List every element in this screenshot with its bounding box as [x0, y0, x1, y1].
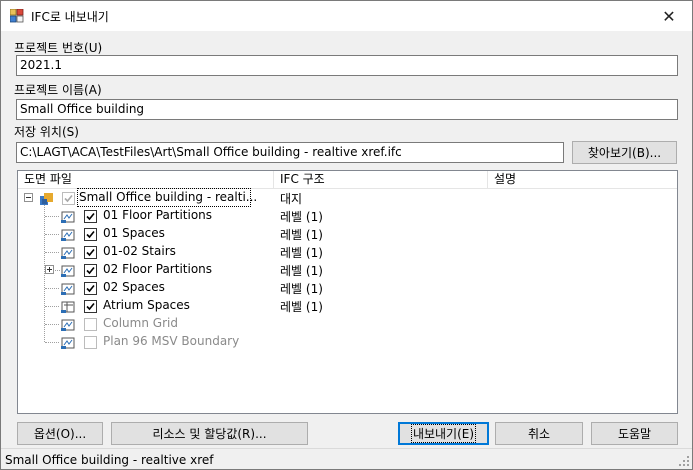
tree-connector — [55, 270, 60, 271]
row-name: Atrium Spaces — [103, 298, 190, 312]
drawing-file-icon — [61, 301, 75, 313]
tree-row[interactable]: Column Grid — [18, 315, 677, 333]
tree-row[interactable]: 01-02 Stairs 레벨 (1) — [18, 243, 677, 261]
drawing-file-icon — [61, 247, 75, 259]
project-icon — [40, 193, 53, 205]
drawing-file-icon — [61, 211, 75, 223]
column-header-description[interactable]: 설명 — [488, 171, 677, 189]
grid-header: 도면 파일 IFC 구조 설명 — [18, 171, 677, 189]
collapse-toggle[interactable] — [24, 193, 33, 202]
tree-root-row[interactable]: Small Office building - realti... 대지 — [18, 188, 677, 207]
status-text: Small Office building - realtive xref — [5, 453, 214, 467]
row-ifc: 레벨 (1) — [280, 228, 323, 242]
drawing-file-icon — [61, 319, 75, 331]
tree-row[interactable]: 02 Floor Partitions 레벨 (1) — [18, 261, 677, 279]
row-ifc: 레벨 (1) — [280, 300, 323, 314]
column-header-drawing-file[interactable]: 도면 파일 — [18, 171, 274, 189]
row-ifc: 레벨 (1) — [280, 210, 323, 224]
tree-connector — [45, 306, 59, 307]
row-checkbox[interactable] — [84, 282, 97, 295]
focus-rect — [77, 188, 251, 207]
cancel-button[interactable]: 취소 — [495, 422, 583, 445]
project-name-label: 프로젝트 이름(A) — [14, 83, 102, 97]
window-title: IFC로 내보내기 — [31, 10, 109, 24]
tree-row[interactable]: 01 Floor Partitions 레벨 (1) — [18, 207, 677, 225]
title-bar: IFC로 내보내기 ✕ — [1, 1, 692, 31]
export-button-label: 내보내기(E) — [410, 424, 477, 443]
resources-button[interactable]: 리소스 및 할당값(R)... — [111, 422, 308, 445]
drawing-file-icon — [61, 337, 75, 349]
tree-connector — [45, 324, 59, 325]
resources-button-label: 리소스 및 할당값(R)... — [152, 427, 267, 441]
row-name: 02 Floor Partitions — [103, 262, 213, 276]
close-icon: ✕ — [662, 6, 676, 26]
row-checkbox[interactable] — [84, 318, 97, 331]
row-name: Column Grid — [103, 316, 178, 330]
tree-connector — [45, 252, 59, 253]
export-ifc-dialog: IFC로 내보내기 ✕ 프로젝트 번호(U) 2021.1 프로젝트 이름(A)… — [0, 0, 693, 470]
root-ifc: 대지 — [280, 192, 303, 206]
save-location-label: 저장 위치(S) — [14, 125, 79, 139]
export-button[interactable]: 내보내기(E) — [398, 422, 489, 445]
cancel-button-label: 취소 — [527, 427, 551, 441]
options-button[interactable]: 옵션(O)... — [17, 422, 103, 445]
close-button[interactable]: ✕ — [646, 1, 692, 31]
column-header-ifc-structure[interactable]: IFC 구조 — [274, 171, 488, 189]
drawing-file-icon — [61, 229, 75, 241]
drawing-file-tree-grid[interactable]: 도면 파일 IFC 구조 설명 Small Office building - … — [17, 170, 678, 414]
row-checkbox[interactable] — [84, 264, 97, 277]
tree-row[interactable]: Plan 96 MSV Boundary — [18, 333, 677, 351]
help-button-label: 도움말 — [617, 427, 652, 441]
row-checkbox[interactable] — [84, 246, 97, 259]
row-name: Plan 96 MSV Boundary — [103, 334, 240, 348]
expand-toggle[interactable] — [45, 265, 54, 274]
row-checkbox[interactable] — [84, 210, 97, 223]
save-location-field[interactable]: C:\LAGT\ACA\TestFiles\Art\Small Office b… — [16, 142, 564, 163]
browse-button-label: 찾아보기(B)... — [587, 146, 662, 160]
resize-grip-icon[interactable] — [679, 456, 690, 467]
browse-button[interactable]: 찾아보기(B)... — [572, 141, 677, 164]
project-name-field[interactable]: Small Office building — [16, 99, 678, 120]
tree-row[interactable]: 02 Spaces 레벨 (1) — [18, 279, 677, 297]
row-name: 01-02 Stairs — [103, 244, 176, 258]
help-button[interactable]: 도움말 — [591, 422, 678, 445]
row-name: 02 Spaces — [103, 280, 165, 294]
row-name: 01 Floor Partitions — [103, 208, 213, 222]
row-checkbox[interactable] — [84, 300, 97, 313]
row-checkbox[interactable] — [84, 336, 97, 349]
tree-row[interactable]: Atrium Spaces 레벨 (1) — [18, 297, 677, 315]
tree-connector — [45, 216, 59, 217]
options-button-label: 옵션(O)... — [33, 427, 87, 441]
ifc-export-app-icon — [10, 9, 24, 23]
tree-connector — [45, 288, 59, 289]
tree-connector — [45, 342, 59, 343]
project-number-field[interactable]: 2021.1 — [16, 55, 678, 76]
status-bar: Small Office building - realtive xref — [1, 448, 692, 469]
row-name: 01 Spaces — [103, 226, 165, 240]
root-checkbox[interactable] — [62, 192, 75, 205]
row-ifc: 레벨 (1) — [280, 282, 323, 296]
drawing-file-icon — [61, 283, 75, 295]
tree-connector — [45, 234, 59, 235]
row-ifc: 레벨 (1) — [280, 264, 323, 278]
row-ifc: 레벨 (1) — [280, 246, 323, 260]
drawing-file-icon — [61, 265, 75, 277]
tree-row[interactable]: 01 Spaces 레벨 (1) — [18, 225, 677, 243]
row-checkbox[interactable] — [84, 228, 97, 241]
project-number-label: 프로젝트 번호(U) — [14, 41, 103, 55]
